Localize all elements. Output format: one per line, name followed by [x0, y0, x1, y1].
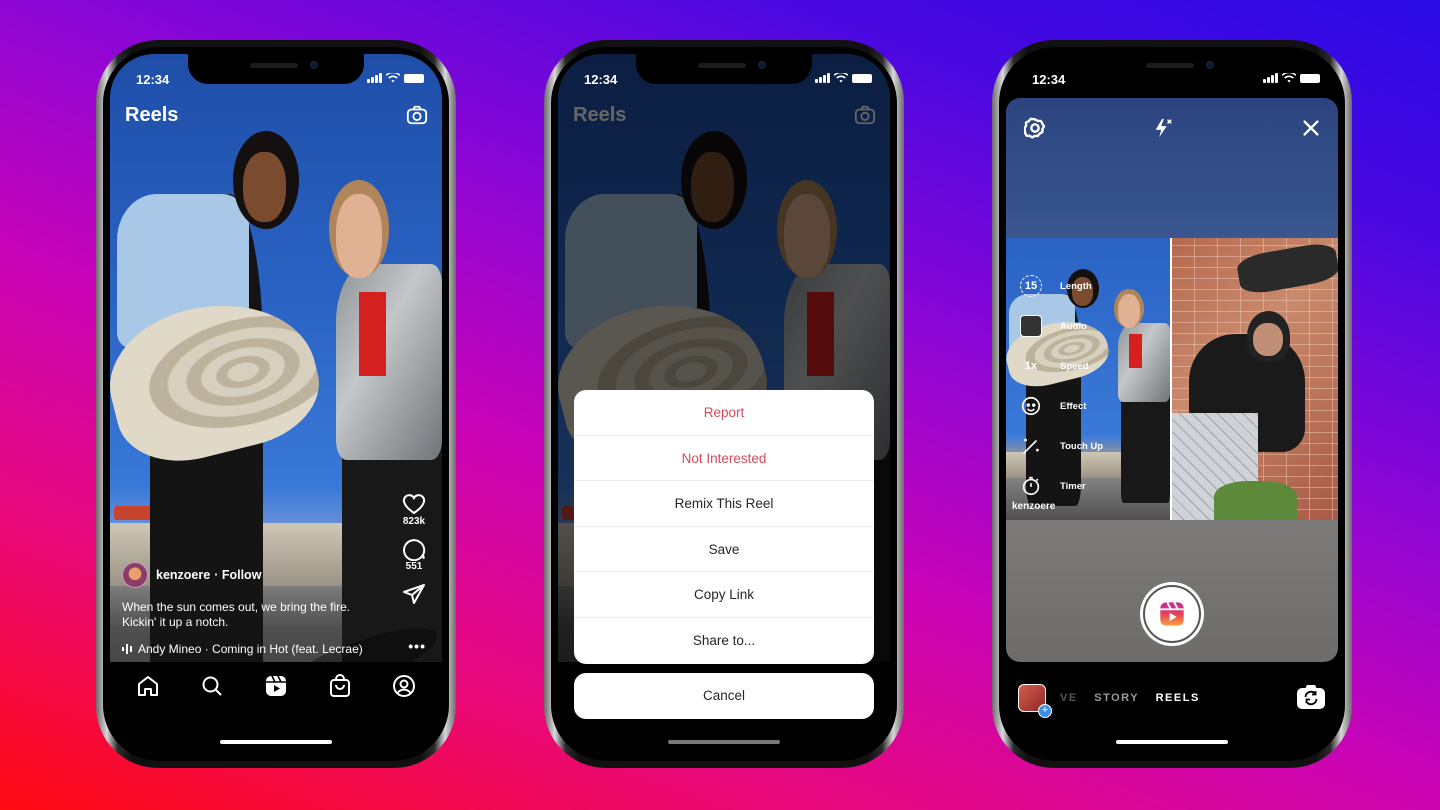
wifi-icon	[834, 73, 848, 83]
follow-link[interactable]: · Follow	[214, 568, 261, 582]
home-indicator[interactable]	[668, 740, 780, 744]
camera-icon[interactable]	[406, 104, 428, 126]
mode-reels[interactable]: REELS	[1156, 692, 1200, 704]
mode-story[interactable]: STORY	[1094, 692, 1139, 704]
speed-tool[interactable]: 1x Speed	[1020, 346, 1103, 386]
profile-icon[interactable]	[392, 674, 416, 698]
touch-up-icon	[1023, 438, 1039, 454]
add-icon: +	[1038, 704, 1052, 718]
comment-button[interactable]: 551	[394, 537, 434, 572]
phone-reel-options: 12:34 Reels Report Not Interested Remix …	[544, 40, 904, 768]
effect-tool[interactable]: Effect	[1020, 386, 1103, 426]
length-icon: 15	[1020, 275, 1042, 297]
action-rail: 823k 551	[394, 492, 434, 616]
tool-label: Effect	[1060, 400, 1087, 412]
tool-label: Speed	[1060, 360, 1089, 372]
username[interactable]: kenzoere	[156, 568, 210, 582]
action-sheet: Report Not Interested Remix This Reel Sa…	[574, 390, 874, 719]
remix-option[interactable]: Remix This Reel	[574, 481, 874, 527]
reels-icon[interactable]	[264, 674, 288, 698]
comment-count: 551	[405, 561, 423, 572]
home-icon[interactable]	[136, 674, 160, 698]
timer-icon	[1022, 476, 1040, 496]
remix-split-view: 15 Length Audio 1x Speed Effect Touch Up…	[1006, 238, 1338, 520]
heart-icon	[402, 494, 426, 515]
audio-tool[interactable]: Audio	[1020, 306, 1103, 346]
screen: 12:34 Reels 823k 551 kenzoere · Follow W…	[110, 54, 442, 754]
more-options-button[interactable]: •••	[408, 638, 426, 654]
avatar[interactable]	[122, 562, 148, 588]
home-indicator[interactable]	[1116, 740, 1228, 744]
shop-icon[interactable]	[328, 674, 352, 698]
touch-up-tool[interactable]: Touch Up	[1020, 426, 1103, 466]
send-icon	[403, 584, 425, 604]
options-group: Report Not Interested Remix This Reel Sa…	[574, 390, 874, 664]
report-option[interactable]: Report	[574, 390, 874, 436]
camera-viewfinder-top	[1006, 98, 1338, 238]
signal-icon	[1263, 73, 1278, 83]
speed-icon: 1x	[1024, 360, 1038, 372]
home-indicator[interactable]	[220, 740, 332, 744]
reels-logo-icon	[1160, 601, 1184, 626]
audio-wave-icon	[122, 644, 132, 654]
camera-viewfinder-bottom	[1006, 520, 1338, 662]
comment-icon	[403, 539, 426, 561]
save-option[interactable]: Save	[574, 527, 874, 573]
camera-live-preview	[1172, 238, 1338, 520]
status-bar: 12:34	[110, 72, 442, 88]
phone-reels-feed: 12:34 Reels 823k 551 kenzoere · Follow W…	[96, 40, 456, 768]
audio-icon	[1020, 315, 1042, 337]
length-tool[interactable]: 15 Length	[1020, 266, 1103, 306]
settings-icon[interactable]	[1024, 117, 1046, 139]
screen: 12:34 Reels Report Not Interested Remix …	[558, 54, 890, 754]
status-bar: 12:34	[1006, 72, 1338, 88]
signal-icon	[815, 73, 830, 83]
reel-caption: kenzoere · Follow When the sun comes out…	[122, 562, 392, 656]
screen: 12:34 15 Length Audio 1x Speed Effect To…	[1006, 54, 1338, 754]
wifi-icon	[386, 73, 400, 83]
signal-icon	[367, 73, 382, 83]
tool-label: Length	[1060, 280, 1092, 292]
like-count: 823k	[402, 516, 426, 527]
mode-live[interactable]: VE	[1060, 692, 1078, 704]
tool-label: Audio	[1060, 320, 1087, 332]
battery-icon	[852, 73, 872, 83]
share-button[interactable]	[394, 582, 434, 606]
camera-tools: 15 Length Audio 1x Speed Effect Touch Up…	[1020, 266, 1103, 506]
search-icon[interactable]	[200, 674, 224, 698]
battery-icon	[404, 73, 424, 83]
share-to-option[interactable]: Share to...	[574, 618, 874, 664]
camera-mode-bar: + VE STORY REELS	[1006, 680, 1338, 720]
status-bar: 12:34	[558, 72, 890, 88]
flip-camera-icon[interactable]	[1296, 684, 1326, 710]
like-button[interactable]: 823k	[394, 492, 434, 527]
battery-icon	[1300, 73, 1320, 83]
status-time: 12:34	[584, 72, 618, 87]
effect-icon	[1021, 396, 1041, 416]
status-time: 12:34	[1032, 72, 1066, 87]
original-reel-preview: 15 Length Audio 1x Speed Effect Touch Up…	[1006, 238, 1172, 520]
music-link[interactable]: Andy Mineo · Coming in Hot (feat. Lecrae…	[122, 642, 392, 656]
copy-link-option[interactable]: Copy Link	[574, 572, 874, 618]
close-icon[interactable]	[1300, 117, 1322, 139]
caption-line: When the sun comes out, we bring the fir…	[122, 600, 351, 614]
flash-off-icon[interactable]	[1152, 117, 1174, 139]
caption-line: Kickin' it up a notch.	[122, 615, 229, 629]
status-time: 12:34	[136, 72, 170, 87]
phone-reels-camera: 12:34 15 Length Audio 1x Speed Effect To…	[992, 40, 1352, 768]
tool-label: Timer	[1060, 480, 1086, 492]
page-title: Reels	[125, 104, 179, 126]
timer-tool[interactable]: Timer	[1020, 466, 1103, 506]
wifi-icon	[1282, 73, 1296, 83]
remix-username: kenzoere	[1012, 501, 1056, 512]
cancel-button[interactable]: Cancel	[574, 672, 874, 719]
gallery-button[interactable]: +	[1018, 684, 1052, 718]
tool-label: Touch Up	[1060, 440, 1104, 452]
record-button[interactable]	[1140, 582, 1204, 646]
music-title: Andy Mineo · Coming in Hot (feat. Lecrae…	[138, 642, 363, 656]
not-interested-option[interactable]: Not Interested	[574, 436, 874, 482]
